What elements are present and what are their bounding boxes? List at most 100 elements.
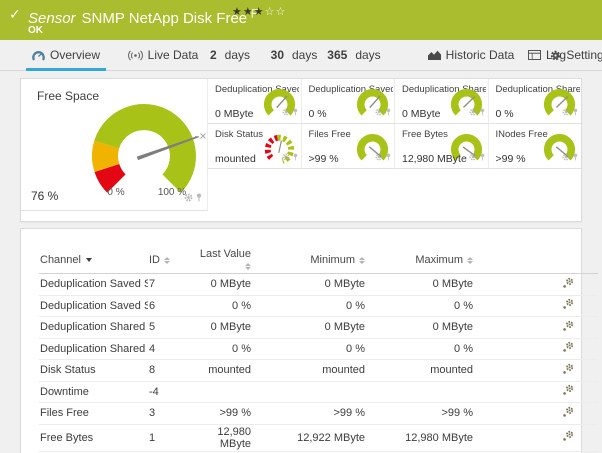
channel-row[interactable]: Deduplication Saved Sp... 7 0 MByte 0 MB… xyxy=(39,274,598,296)
tab-30-days[interactable]: 30days xyxy=(270,40,318,70)
channel-gauge-tile[interactable]: Files Free >99 % xyxy=(301,124,395,169)
channel-gauge-value: mounted xyxy=(215,153,256,165)
gauge-settings-gear-icon[interactable] xyxy=(282,103,290,121)
status-badge: OK xyxy=(28,25,43,36)
channel-row[interactable]: Files Free 3 >99 % >99 % >99 % xyxy=(39,403,598,425)
channel-id-cell: 8 xyxy=(148,360,195,382)
channel-settings-icon[interactable] xyxy=(562,363,574,378)
channel-gauge-value: >99 % xyxy=(309,153,339,165)
gauge-settings-gear-icon[interactable] xyxy=(375,103,383,121)
gauge-value: 76 % xyxy=(31,189,58,203)
channel-gauge-value: 0 MByte xyxy=(402,108,441,120)
column-header-minimum[interactable]: Minimum xyxy=(252,247,366,274)
column-header-maximum[interactable]: Maximum xyxy=(366,247,474,274)
channel-name-cell[interactable]: Downtime xyxy=(39,381,148,403)
column-header-channel[interactable]: Channel xyxy=(39,247,148,274)
gauge-settings-gear-icon[interactable] xyxy=(562,148,570,166)
channel-last-value-cell: 0 MByte xyxy=(195,317,252,339)
channel-gauge-value: 12,980 MByte xyxy=(402,153,467,165)
star-empty-icons[interactable]: ☆☆ xyxy=(265,6,287,18)
channel-gauge-tile[interactable]: INodes Free >99 % xyxy=(488,124,582,169)
tab-historic-data[interactable]: Historic Data xyxy=(420,40,522,70)
gauge-pin-icon[interactable] xyxy=(480,103,485,121)
tab-settings[interactable]: Settings xyxy=(558,40,602,70)
gauge-settings-gear-icon[interactable] xyxy=(469,148,477,166)
channel-settings-icon[interactable] xyxy=(562,320,574,335)
channel-settings-icon[interactable] xyxy=(562,430,574,445)
channel-gauge-tile[interactable]: Deduplication Saved S... xyxy=(301,79,395,124)
channel-maximum-cell: 0 % xyxy=(366,338,474,360)
channel-last-value-cell: >99 % xyxy=(195,403,252,425)
sort-desc-icon xyxy=(86,258,92,262)
channel-gauge-tile[interactable]: Deduplication Shared ... xyxy=(394,79,488,124)
sensor-title-line: SensorSNMP NetApp Disk Free xyxy=(28,5,259,27)
gauge-pin-icon[interactable] xyxy=(386,103,391,121)
gauge-settings-gear-icon[interactable] xyxy=(562,103,570,121)
sort-both-icon xyxy=(359,257,365,265)
channel-name-cell[interactable]: Deduplication Saved Sp... xyxy=(39,295,148,317)
channel-minimum-cell xyxy=(252,381,366,403)
sort-both-icon xyxy=(245,263,251,271)
channel-gauge-grid: Deduplication Saved S... xyxy=(207,79,581,169)
channel-settings-icon[interactable] xyxy=(562,298,574,313)
gauge-pin-icon[interactable] xyxy=(293,148,298,166)
channel-row[interactable]: Deduplication Saved Sp... 6 0 % 0 % 0 % xyxy=(39,295,598,317)
channel-name-cell[interactable]: Disk Status xyxy=(39,360,148,382)
channel-row[interactable]: Downtime -4 xyxy=(39,381,598,403)
channel-gauge-tile[interactable]: Free Bytes 12,980 MByte xyxy=(394,124,488,169)
sort-both-icon xyxy=(164,257,170,265)
channel-maximum-cell xyxy=(366,381,474,403)
gauge-settings-gear-icon[interactable] xyxy=(469,103,477,121)
gauge-settings-gear-icon[interactable] xyxy=(282,148,290,166)
column-header-id[interactable]: ID xyxy=(148,247,195,274)
gauge-pin-icon[interactable] xyxy=(480,148,485,166)
prtg-sensor-page: ✓ SensorSNMP NetApp Disk Free ★★★☆☆ OK O… xyxy=(0,0,602,453)
star-filled-icons[interactable]: ★★★ xyxy=(232,6,265,18)
tab-2-days[interactable]: 2days xyxy=(208,40,252,70)
channel-settings-icon[interactable] xyxy=(562,341,574,356)
channel-settings-icon[interactable] xyxy=(562,277,574,292)
channel-name-cell[interactable]: Deduplication Shared S... xyxy=(39,338,148,360)
channel-gauge-tile[interactable]: Disk Status mounted xyxy=(207,124,301,169)
column-header-last-value[interactable]: Last Value xyxy=(195,247,252,274)
gauge-tile-free-space[interactable]: Free Space 76 % 0 % 100 % xyxy=(21,79,208,211)
gauge-pin-icon[interactable] xyxy=(573,148,578,166)
table-header-row: Channel ID Last Value Minimum Maximum xyxy=(39,247,598,274)
gauge-pin-icon[interactable] xyxy=(386,148,391,166)
channel-name-cell[interactable]: Deduplication Shared S... xyxy=(39,317,148,339)
channel-gauge-value: 0 MByte xyxy=(215,108,254,120)
channel-minimum-cell: 0 MByte xyxy=(252,274,366,296)
gauge-pin-icon[interactable] xyxy=(573,103,578,121)
channel-id-cell: 4 xyxy=(148,338,195,360)
gauge-settings-gear-icon[interactable] xyxy=(184,189,193,207)
channel-id-cell: -4 xyxy=(148,381,195,403)
channel-id-cell: 6 xyxy=(148,295,195,317)
channel-maximum-cell: 0 MByte xyxy=(366,274,474,296)
channel-minimum-cell: 0 % xyxy=(252,295,366,317)
gauge-pin-icon[interactable] xyxy=(293,103,298,121)
column-header-actions xyxy=(474,247,598,274)
priority-stars[interactable]: ★★★☆☆ xyxy=(232,5,286,18)
channel-last-value-cell: 12,980 MByte xyxy=(195,424,252,451)
channel-maximum-cell: mounted xyxy=(366,360,474,382)
channel-id-cell: 1 xyxy=(148,424,195,451)
channel-row[interactable]: Deduplication Shared S... 4 0 % 0 % 0 % xyxy=(39,338,598,360)
channel-minimum-cell: mounted xyxy=(252,360,366,382)
channel-row[interactable]: Free Bytes 1 12,980 MByte 12,922 MByte 1… xyxy=(39,424,598,451)
channel-gauge-tile[interactable]: Deduplication Saved S... xyxy=(207,79,301,124)
channel-row[interactable]: Disk Status 8 mounted mounted mounted xyxy=(39,360,598,382)
gauge-pin-icon[interactable] xyxy=(196,189,202,207)
channel-settings-icon[interactable] xyxy=(562,406,574,421)
channel-name-cell[interactable]: Files Free xyxy=(39,403,148,425)
channel-gauge-tile[interactable]: Deduplication Shared ... xyxy=(488,79,582,124)
chart-icon xyxy=(428,50,441,60)
tab-365-days[interactable]: 365days xyxy=(324,40,384,70)
gauge-settings-gear-icon[interactable] xyxy=(375,148,383,166)
tab-live-data[interactable]: Live Data xyxy=(126,40,200,70)
channel-id-cell: 3 xyxy=(148,403,195,425)
tab-overview[interactable]: Overview xyxy=(26,40,106,70)
channel-row[interactable]: Deduplication Shared S... 5 0 MByte 0 MB… xyxy=(39,317,598,339)
channel-name-cell[interactable]: Free Bytes xyxy=(39,424,148,451)
channel-name-cell[interactable]: Deduplication Saved Sp... xyxy=(39,274,148,296)
channel-settings-icon[interactable] xyxy=(562,384,574,399)
